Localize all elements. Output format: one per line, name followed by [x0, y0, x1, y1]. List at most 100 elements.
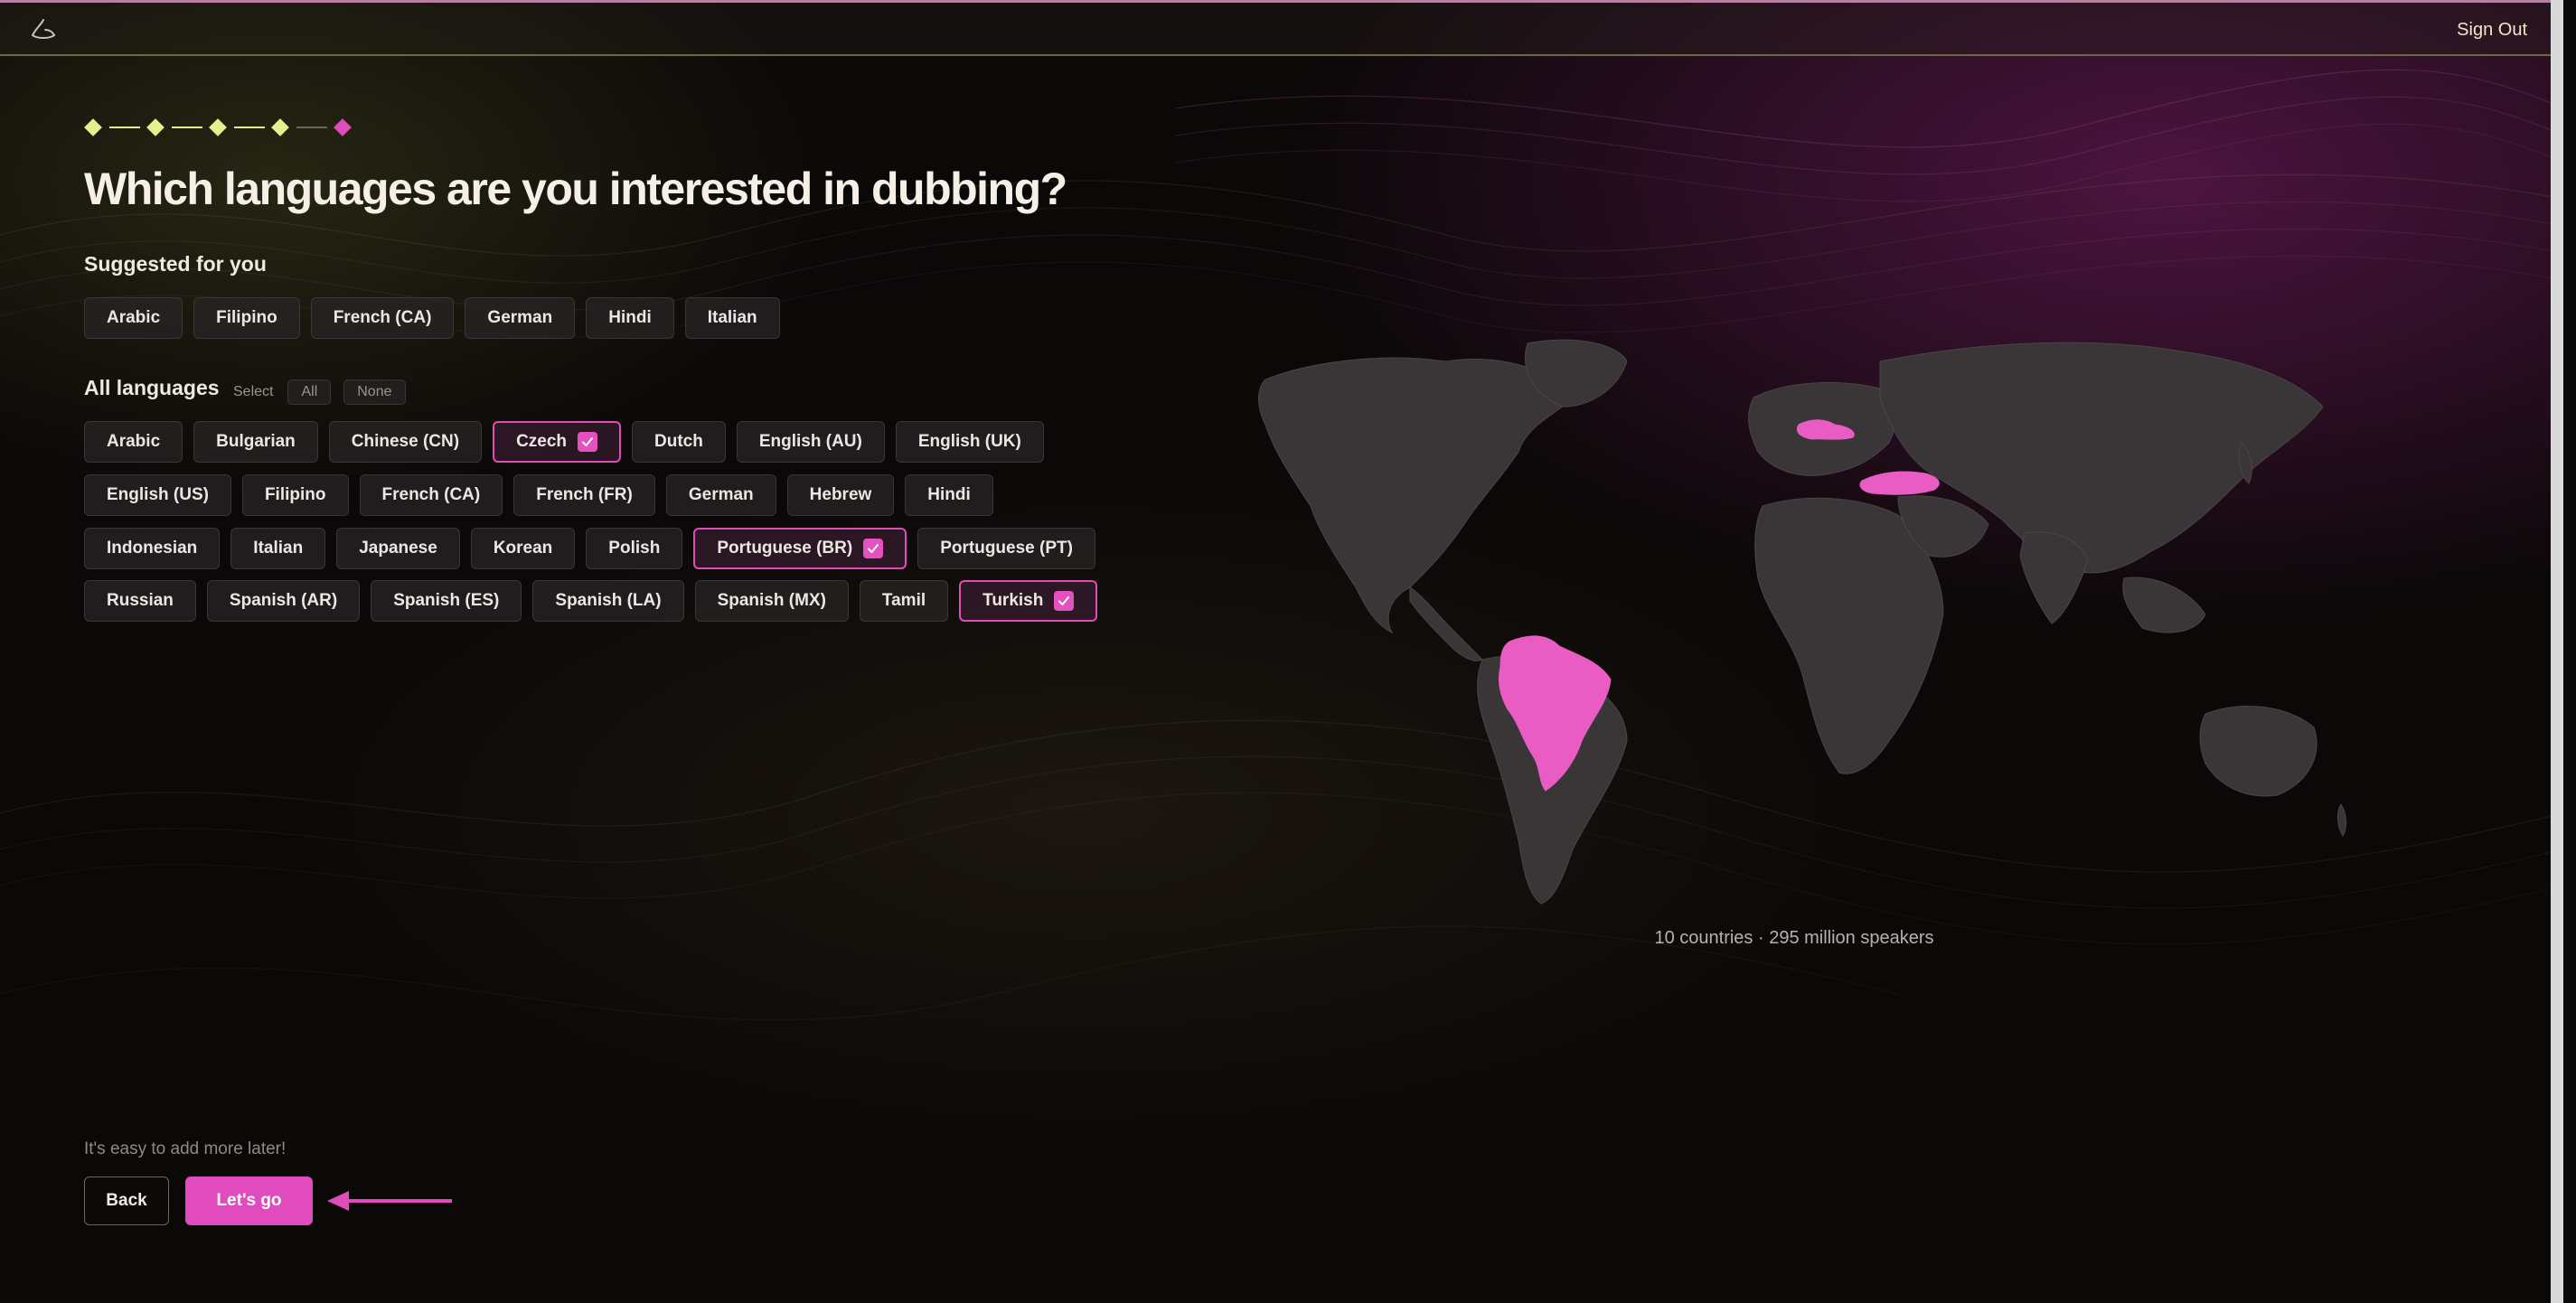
language-chip-filipino[interactable]: Filipino — [241, 474, 349, 516]
app-logo-icon[interactable] — [29, 17, 58, 42]
language-chip-portuguese-br[interactable]: Portuguese (BR) — [693, 528, 907, 569]
chip-label: Tamil — [881, 591, 926, 610]
select-all-button[interactable]: All — [287, 380, 332, 405]
suggested-chip-italian[interactable]: Italian — [684, 297, 780, 339]
world-map — [1258, 339, 2347, 905]
language-chip-hebrew[interactable]: Hebrew — [786, 474, 895, 516]
chip-label: German — [688, 485, 754, 504]
chip-label: Portuguese (PT) — [940, 539, 1073, 558]
checkmark-icon — [863, 539, 884, 558]
step-2-done-icon — [146, 118, 165, 136]
chip-label: German — [487, 308, 553, 327]
step-3-done-icon — [209, 118, 227, 136]
chip-label: Filipino — [264, 485, 326, 504]
language-chip-german[interactable]: German — [665, 474, 776, 516]
chip-label: Spanish (LA) — [555, 591, 662, 610]
language-chip-spanish-mx[interactable]: Spanish (MX) — [694, 580, 849, 622]
language-chip-spanish-ar[interactable]: Spanish (AR) — [206, 580, 361, 622]
chip-label: Portuguese (BR) — [717, 539, 853, 558]
chip-label: Indonesian — [107, 539, 198, 558]
language-chip-japanese[interactable]: Japanese — [336, 528, 460, 569]
suggested-label: Suggested for you — [84, 252, 267, 276]
all-languages-label: All languages — [84, 376, 220, 399]
chip-label: Spanish (ES) — [393, 591, 500, 610]
chip-label: French (FR) — [536, 485, 633, 504]
step-4-done-icon — [271, 118, 289, 136]
language-chip-russian[interactable]: Russian — [84, 580, 196, 622]
language-row: English (US) Filipino French (CA) French (F… — [84, 474, 993, 516]
map-australia — [2199, 706, 2317, 797]
chip-label: French (CA) — [381, 485, 481, 504]
language-chip-italian[interactable]: Italian — [230, 528, 326, 569]
window-edge — [2551, 0, 2563, 1303]
language-chip-bulgarian[interactable]: Bulgarian — [193, 421, 318, 463]
language-chip-turkish[interactable]: Turkish — [959, 580, 1098, 622]
chip-label: Russian — [107, 591, 174, 610]
suggested-chip-hindi[interactable]: Hindi — [586, 297, 674, 339]
chip-label: Japanese — [359, 539, 437, 558]
language-chip-arabic[interactable]: Arabic — [84, 421, 183, 463]
language-chip-portuguese-pt[interactable]: Portuguese (PT) — [917, 528, 1095, 569]
lets-go-button[interactable]: Let's go — [185, 1176, 313, 1225]
checkmark-icon — [1054, 591, 1075, 611]
chip-label: Dutch — [654, 432, 703, 451]
suggested-chip-row: Arabic Filipino French (CA) German Hindi Ital… — [84, 297, 780, 339]
map-southeast-asia — [2122, 577, 2206, 633]
select-label: Select — [233, 384, 274, 399]
map-central-america — [1409, 586, 1483, 661]
language-row: Arabic Bulgarian Chinese (CN) Czech Dutch Eng… — [84, 421, 1044, 463]
chip-label: Spanish (AR) — [229, 591, 338, 610]
sign-out-link[interactable]: Sign Out — [2457, 20, 2527, 41]
language-chip-dutch[interactable]: Dutch — [632, 421, 726, 463]
chip-label: Arabic — [107, 432, 161, 451]
language-row: Russian Spanish (AR) Spanish (ES) Spanish (… — [84, 580, 1098, 622]
language-chip-polish[interactable]: Polish — [586, 528, 683, 569]
chip-label: Czech — [516, 432, 568, 451]
language-chip-chinese-cn[interactable]: Chinese (CN) — [328, 421, 483, 463]
chip-label: Turkish — [982, 591, 1044, 610]
footer-hint: It's easy to add more later! — [84, 1139, 287, 1158]
step-1-done-icon — [84, 118, 102, 136]
chip-label: Polish — [608, 539, 661, 558]
chip-label: Arabic — [107, 308, 161, 327]
chip-label: Italian — [707, 308, 757, 327]
map-india — [2019, 531, 2089, 624]
language-row: Indonesian Italian Japanese Korean Polish Por… — [84, 528, 1095, 569]
suggested-chip-french-ca[interactable]: French (CA) — [310, 297, 455, 339]
select-none-button[interactable]: None — [343, 380, 406, 405]
chip-label: Hindi — [927, 485, 971, 504]
suggested-chip-arabic[interactable]: Arabic — [84, 297, 183, 339]
suggested-chip-filipino[interactable]: Filipino — [193, 297, 300, 339]
language-chip-english-au[interactable]: English (AU) — [736, 421, 885, 463]
language-chip-hindi[interactable]: Hindi — [905, 474, 993, 516]
map-new-zealand — [2336, 803, 2347, 837]
back-button[interactable]: Back — [84, 1176, 169, 1225]
language-chip-spanish-la[interactable]: Spanish (LA) — [532, 580, 684, 622]
chip-label: Hebrew — [809, 485, 872, 504]
language-chip-tamil[interactable]: Tamil — [859, 580, 949, 622]
top-bar: Sign Out — [0, 0, 2563, 56]
chip-label: Bulgarian — [216, 432, 296, 451]
language-chip-spanish-es[interactable]: Spanish (ES) — [371, 580, 522, 622]
chip-label: Korean — [493, 539, 553, 558]
chip-label: French (CA) — [333, 308, 432, 327]
checkmark-icon — [578, 432, 598, 452]
language-chip-french-fr[interactable]: French (FR) — [513, 474, 655, 516]
language-chip-french-ca[interactable]: French (CA) — [359, 474, 503, 516]
language-chip-czech[interactable]: Czech — [493, 421, 622, 463]
map-highlight-turkey — [1859, 471, 1940, 495]
chip-label: Chinese (CN) — [351, 432, 460, 451]
language-chip-indonesian[interactable]: Indonesian — [84, 528, 221, 569]
language-chip-korean[interactable]: Korean — [470, 528, 576, 569]
chip-label: Italian — [253, 539, 304, 558]
app-root: Sign Out Which languages are you interes… — [0, 0, 2563, 1303]
chip-label: Spanish (MX) — [717, 591, 826, 610]
chip-label: English (US) — [107, 485, 209, 504]
step-5-current-icon — [334, 118, 352, 136]
language-chip-english-us[interactable]: English (US) — [84, 474, 231, 516]
chip-label: Hindi — [608, 308, 652, 327]
suggested-chip-german[interactable]: German — [465, 297, 576, 339]
map-stats: 10 countries · 295 million speakers — [1654, 928, 1934, 948]
language-chip-english-uk[interactable]: English (UK) — [895, 421, 1044, 463]
progress-stepper — [84, 117, 382, 139]
